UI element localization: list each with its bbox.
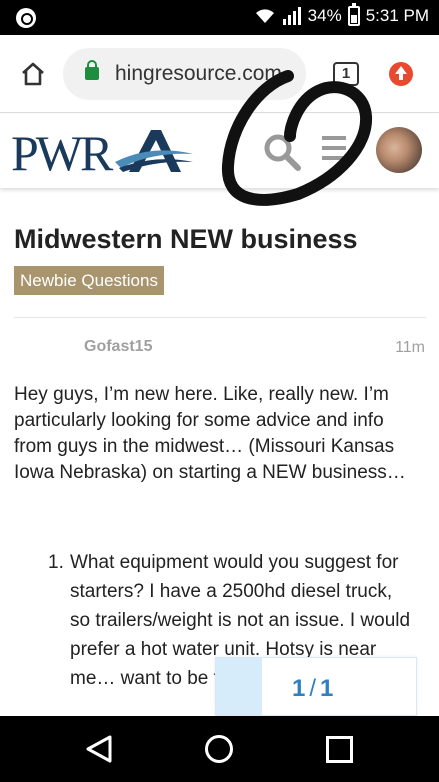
home-nav-icon[interactable] <box>205 735 233 763</box>
status-right: 34% 5:31 PM <box>254 3 429 26</box>
site-logo[interactable]: PWR <box>11 124 193 178</box>
pager-count: 1/1 <box>292 675 333 703</box>
battery-percent: 34% <box>307 6 342 25</box>
divider <box>14 317 426 318</box>
notification-icon <box>16 8 36 28</box>
battery-icon <box>347 3 360 26</box>
nav-bar <box>0 716 439 782</box>
list-number: 1. <box>48 552 64 573</box>
post-username[interactable]: Gofast15 <box>84 338 152 356</box>
pager-strip <box>216 658 262 715</box>
post-paragraph: Hey guys, I’m new here. Like, really new… <box>14 384 406 483</box>
user-avatar[interactable] <box>376 127 422 173</box>
pager-separator: / <box>309 675 317 702</box>
signal-icon <box>282 7 301 25</box>
status-bar: 34% 5:31 PM <box>0 0 439 35</box>
screen: 34% 5:31 PM hingresource.com 1 PWR Midwe… <box>0 0 439 782</box>
lock-icon <box>85 60 99 80</box>
back-icon[interactable] <box>84 734 114 764</box>
topic-title: Midwestern NEW business <box>14 224 358 254</box>
scribble-annotation <box>221 70 373 206</box>
home-icon[interactable] <box>20 61 46 87</box>
recents-icon[interactable] <box>326 736 353 763</box>
post-pager[interactable]: 1/1 <box>215 657 417 716</box>
pager-current: 1 <box>292 675 306 702</box>
post-age[interactable]: 11m <box>395 339 425 357</box>
update-icon[interactable] <box>389 62 413 86</box>
category-badge[interactable]: Newbie Questions <box>14 266 164 295</box>
wifi-icon <box>255 9 274 23</box>
clock: 5:31 PM <box>365 6 429 25</box>
svg-text:PWR: PWR <box>11 125 114 178</box>
pager-total: 1 <box>320 675 334 702</box>
